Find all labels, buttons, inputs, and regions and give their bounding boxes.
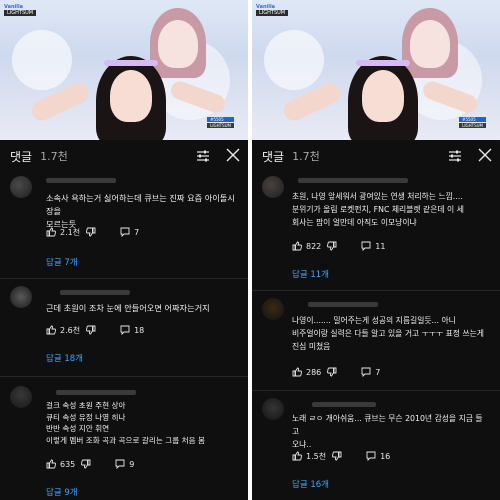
reply-count: 7	[375, 367, 381, 377]
like-count: 822	[306, 241, 322, 251]
close-icon[interactable]	[226, 148, 240, 162]
thumbs-up-icon[interactable]	[292, 367, 302, 377]
comment-actions: 822 11	[292, 240, 385, 252]
sort-icon[interactable]	[448, 149, 462, 163]
reply-count: 16	[380, 451, 391, 461]
comment-author-meta	[308, 302, 378, 307]
comment-text: 나영이....... 밀어주는게 성공의 지름길일듯... 아니 비주얼이랑 실…	[292, 316, 484, 351]
comment-actions: 286 7	[292, 366, 380, 378]
song-caption: #5505 LIGHTSUM	[459, 117, 486, 128]
right-phone-panel: Vanilla LIGHTSUM #5505 LIGHTSUM 댓글 1.7천 …	[252, 0, 500, 500]
avatar[interactable]	[262, 298, 284, 320]
reply-count: 9	[129, 459, 135, 469]
avatar[interactable]	[10, 386, 32, 408]
avatar[interactable]	[262, 176, 284, 198]
avatar[interactable]	[10, 176, 32, 198]
view-replies-link[interactable]: 답글 11개	[292, 268, 329, 280]
left-phone-panel: Vanilla LIGHTSUM #5505 LIGHTSUM 댓글 1.7천 …	[0, 0, 248, 500]
comment-author-meta	[56, 390, 136, 395]
comment-item: 나영이....... 밀어주는게 성공의 지름길일듯... 아니 비주얼이랑 실…	[252, 298, 500, 390]
like-count: 1.5천	[306, 451, 327, 461]
comment-icon[interactable]	[361, 367, 371, 377]
video-frame[interactable]: Vanilla LIGHTSUM #5505 LIGHTSUM	[252, 0, 500, 140]
comment-icon[interactable]	[115, 459, 125, 469]
avatar[interactable]	[10, 286, 32, 308]
thumbs-down-icon[interactable]	[81, 459, 91, 469]
comment-author-meta	[298, 178, 408, 183]
comment-text: 노래 ㄹㅇ 개아쉬움... 큐브는 무슨 2010년 감성을 지금 들고 오냐.…	[292, 414, 483, 449]
comments-header: 댓글 1.7천	[252, 140, 500, 172]
comment-item: 초원, 나영 앞세워서 광여있는 연생 처리하는 느낌.... 분위기가 올림 …	[252, 176, 500, 286]
thumbs-up-icon[interactable]	[292, 451, 302, 461]
like-count: 2.6천	[60, 325, 81, 335]
comment-item: 소속사 욕하는거 싫어하는데 큐브는 진짜 요즘 아이돌시장을 모르는듯 2.1…	[0, 176, 248, 276]
comment-icon[interactable]	[120, 325, 130, 335]
thumbs-up-icon[interactable]	[46, 325, 56, 335]
reply-count: 11	[375, 241, 386, 251]
sort-icon[interactable]	[196, 149, 210, 163]
comments-count: 1.7천	[292, 150, 320, 163]
view-replies-link[interactable]: 답글 16개	[292, 478, 329, 490]
thumbs-up-icon[interactable]	[292, 241, 302, 251]
reply-count: 7	[134, 227, 140, 237]
comments-title: 댓글	[10, 149, 33, 164]
comment-author-meta	[60, 290, 130, 295]
broadcast-logo: Vanilla LIGHTSUM	[256, 4, 289, 16]
song-caption: #5505 LIGHTSUM	[207, 117, 234, 128]
like-count: 635	[60, 459, 76, 469]
comment-item: 걸크 속성 초원 주현 상아 큐티 속성 유정 나영 히나 반반 속성 지안 휘…	[0, 386, 248, 500]
broadcast-logo: Vanilla LIGHTSUM	[4, 4, 37, 16]
comment-actions: 2.6천 18	[46, 324, 144, 336]
comment-text: 근데 초원이 조차 눈에 안들어오면 어짜자는거지	[46, 303, 210, 313]
like-count: 286	[306, 367, 322, 377]
thumbs-up-icon[interactable]	[46, 459, 56, 469]
comments-count: 1.7천	[40, 150, 68, 163]
comment-icon[interactable]	[366, 451, 376, 461]
avatar[interactable]	[262, 398, 284, 420]
comment-icon[interactable]	[361, 241, 371, 251]
comment-actions: 2.1천 7	[46, 226, 139, 238]
thumbs-down-icon[interactable]	[327, 241, 337, 251]
thumbs-down-icon[interactable]	[86, 325, 96, 335]
comment-icon[interactable]	[120, 227, 130, 237]
close-icon[interactable]	[478, 148, 492, 162]
comments-header: 댓글 1.7천	[0, 140, 248, 172]
comment-actions: 635 9	[46, 458, 134, 470]
thumbs-down-icon[interactable]	[86, 227, 96, 237]
comment-text: 초원, 나영 앞세워서 광여있는 연생 처리하는 느낌.... 분위기가 올림 …	[292, 192, 464, 227]
view-replies-link[interactable]: 답글 9개	[46, 486, 78, 498]
thumbs-down-icon[interactable]	[327, 367, 337, 377]
comments-title: 댓글	[262, 149, 285, 164]
comment-author-meta	[312, 402, 376, 407]
thumbs-down-icon[interactable]	[332, 451, 342, 461]
view-replies-link[interactable]: 답글 18개	[46, 352, 83, 364]
like-count: 2.1천	[60, 227, 81, 237]
comment-item: 노래 ㄹㅇ 개아쉬움... 큐브는 무슨 2010년 감성을 지금 들고 오냐.…	[252, 398, 500, 500]
comment-text: 걸크 속성 초원 주현 상아 큐티 속성 유정 나영 히나 반반 속성 지안 휘…	[46, 401, 206, 445]
comment-actions: 1.5천 16	[292, 450, 390, 462]
video-frame[interactable]: Vanilla LIGHTSUM #5505 LIGHTSUM	[0, 0, 248, 140]
comment-item: 근데 초원이 조차 눈에 안들어오면 어짜자는거지 2.6천 18 답글 18개	[0, 286, 248, 376]
thumbs-up-icon[interactable]	[46, 227, 56, 237]
reply-count: 18	[134, 325, 145, 335]
comment-author-meta	[46, 178, 116, 183]
view-replies-link[interactable]: 답글 7개	[46, 256, 78, 268]
